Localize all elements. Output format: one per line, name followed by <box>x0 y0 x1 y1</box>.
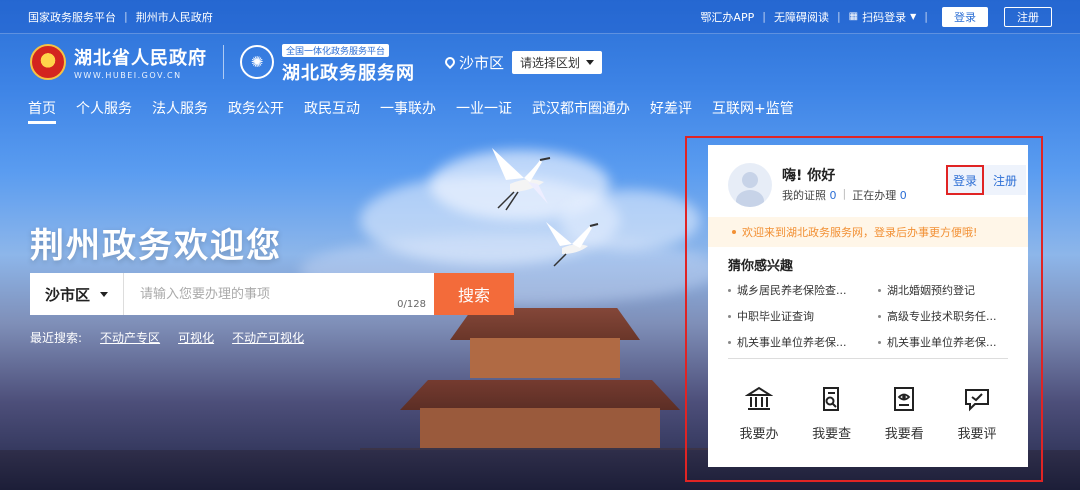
nav-home[interactable]: 首页 <box>28 98 56 124</box>
search-input[interactable] <box>124 273 434 315</box>
nav-public-affairs[interactable]: 政务公开 <box>228 98 284 124</box>
nav-one-thing[interactable]: 一事联办 <box>380 98 436 124</box>
crane-illustration <box>546 222 599 267</box>
char-counter: 0/128 <box>397 299 426 310</box>
list-item[interactable]: 湖北婚姻预约登记 <box>878 281 1008 299</box>
nav-interaction[interactable]: 政民互动 <box>304 98 360 124</box>
bullet-icon <box>732 230 736 234</box>
nav-rating[interactable]: 好差评 <box>650 98 692 124</box>
cert-link[interactable]: 我的证照 0 <box>782 187 837 203</box>
document-search-icon <box>822 387 839 411</box>
list-item[interactable]: 城乡居民养老保险查... <box>728 281 878 299</box>
panel-register-button[interactable]: 注册 <box>984 165 1026 195</box>
search-region-dropdown[interactable]: 沙市区 <box>30 273 124 315</box>
scan-login-dropdown[interactable]: ▦ 扫码登录 ▼ <box>849 9 917 25</box>
divider <box>728 358 1008 359</box>
main-nav: 首页 个人服务 法人服务 政务公开 政民互动 一事联办 一业一证 武汉都市圈通办… <box>28 98 794 124</box>
qr-icon: ▦ <box>848 11 859 22</box>
accessible-reading-link[interactable]: 无障碍阅读 <box>774 9 829 25</box>
nav-one-license[interactable]: 一业一证 <box>456 98 512 124</box>
recent-search-link[interactable]: 不动产专区 <box>100 329 160 346</box>
nav-supervision[interactable]: 互联网+监管 <box>712 98 794 124</box>
greeting: 嗨! 你好 <box>782 168 836 184</box>
recent-searches: 最近搜索: 不动产专区 可视化 不动产可视化 <box>30 329 304 346</box>
divider <box>223 45 224 79</box>
search-bar: 沙市区 0/128 搜索 <box>30 273 514 315</box>
user-panel: 嗨! 你好 我的证照 0 | 正在办理 0 登录 注册 欢迎来到湖北政务服务网，… <box>708 145 1028 467</box>
interest-title: 猜你感兴趣 <box>728 259 794 274</box>
chat-check-icon <box>964 389 989 412</box>
chevron-down-icon: ▼ <box>910 12 917 21</box>
app-link[interactable]: 鄂汇办APP <box>700 9 754 25</box>
recent-search-link[interactable]: 可视化 <box>178 329 214 346</box>
crane-illustration <box>492 148 551 211</box>
chevron-down-icon <box>586 59 595 65</box>
document-view-icon <box>894 387 915 411</box>
quick-actions: 我要办 我要查 我要看 我要评 <box>728 385 1008 442</box>
welcome-title: 荆州政务欢迎您 <box>30 226 282 266</box>
service-site-logo[interactable]: 全国一体化政务服务平台 湖北政务服务网 <box>282 39 415 85</box>
panel-login-button[interactable]: 登录 <box>946 165 984 195</box>
recent-search-link[interactable]: 不动产可视化 <box>232 329 304 346</box>
search-input-wrap: 0/128 <box>124 273 434 315</box>
top-register-button[interactable]: 注册 <box>1004 6 1052 27</box>
top-login-button[interactable]: 登录 <box>942 6 988 27</box>
nav-personal[interactable]: 个人服务 <box>76 98 132 124</box>
national-emblem-icon <box>30 44 66 80</box>
service-logo-icon: ✺ <box>240 45 274 79</box>
search-button[interactable]: 搜索 <box>434 273 514 315</box>
nav-wuhan-circle[interactable]: 武汉都市圈通办 <box>532 98 630 124</box>
jingzhou-gov-link[interactable]: 荆州市人民政府 <box>136 9 213 25</box>
user-stats: 我的证照 0 | 正在办理 0 <box>782 187 907 203</box>
nav-corporate[interactable]: 法人服务 <box>152 98 208 124</box>
pending-link[interactable]: 正在办理 0 <box>852 187 907 203</box>
national-platform-link[interactable]: 国家政务服务平台 <box>28 9 116 25</box>
area-select-dropdown[interactable]: 请选择区划 <box>512 50 603 74</box>
avatar <box>728 163 772 207</box>
welcome-notice: 欢迎来到湖北政务服务网，登录后办事更方便哦! <box>708 217 1028 247</box>
building-icon <box>745 386 773 410</box>
chevron-down-icon <box>100 291 108 297</box>
action-view[interactable]: 我要看 <box>873 385 935 442</box>
user-header: 嗨! 你好 我的证照 0 | 正在办理 0 登录 注册 <box>728 163 1026 207</box>
location-pin-icon <box>442 54 458 70</box>
recommendation-list: 城乡居民养老保险查... 湖北婚姻预约登记 中职毕业证查询 高级专业技术职务任.… <box>728 281 1008 351</box>
action-rate[interactable]: 我要评 <box>946 385 1008 442</box>
hubei-gov-logo[interactable]: 湖北省人民政府 WWW.HUBEI.GOV.CN <box>74 44 207 80</box>
list-item[interactable]: 机关事业单位养老保... <box>878 333 1008 351</box>
list-item[interactable]: 机关事业单位养老保... <box>728 333 878 351</box>
action-handle[interactable]: 我要办 <box>728 385 790 442</box>
action-query[interactable]: 我要查 <box>801 385 863 442</box>
list-item[interactable]: 中职毕业证查询 <box>728 307 878 325</box>
brand-header: 湖北省人民政府 WWW.HUBEI.GOV.CN ✺ 全国一体化政务服务平台 湖… <box>30 39 603 85</box>
top-bar: 国家政务服务平台 | 荆州市人民政府 鄂汇办APP | 无障碍阅读 | ▦ 扫码… <box>0 0 1080 34</box>
recent-label: 最近搜索: <box>30 331 83 345</box>
list-item[interactable]: 高级专业技术职务任... <box>878 307 1008 325</box>
current-location: 沙市区 <box>442 52 504 73</box>
